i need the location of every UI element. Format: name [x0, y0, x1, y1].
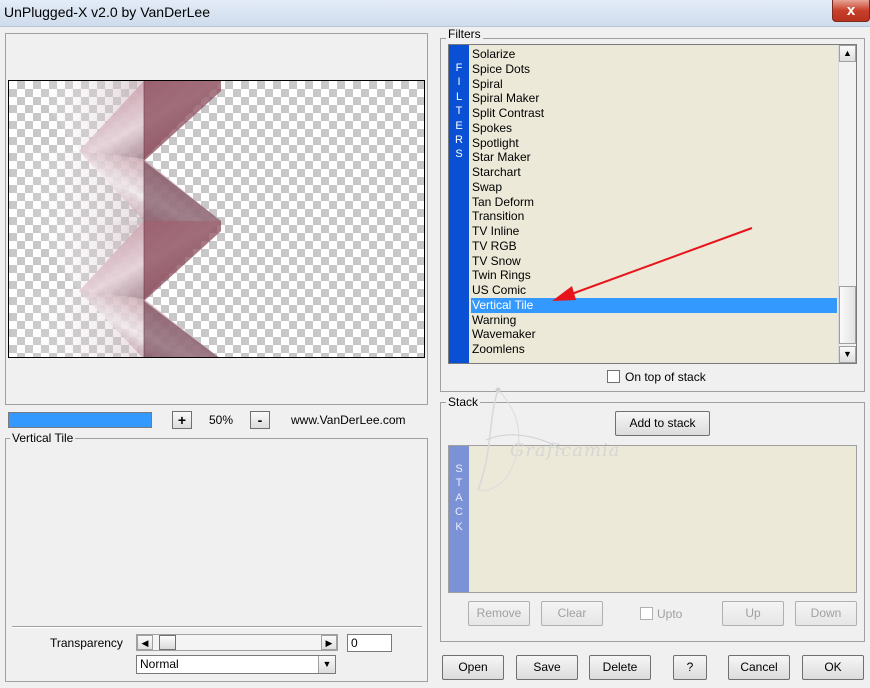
filter-list-item[interactable]: Wavemaker	[471, 327, 837, 342]
strip-letter: S	[455, 148, 463, 161]
filter-list-item[interactable]: Swap	[471, 180, 837, 195]
strip-letter: F	[455, 62, 463, 74]
remove-button[interactable]: Remove	[468, 601, 530, 626]
preview-canvas[interactable]	[8, 80, 425, 358]
annotation-arrow-icon	[552, 227, 753, 301]
close-icon: x	[846, 2, 856, 19]
stack-title: Stack	[446, 395, 481, 409]
transparency-slider[interactable]: ◀ ▶	[136, 634, 338, 651]
parameters-title: Vertical Tile	[10, 431, 76, 445]
strip-letter: K	[455, 520, 463, 533]
zoom-in-button[interactable]: +	[172, 411, 192, 429]
title-bar: UnPlugged-X v2.0 by VanDerLee	[0, 0, 870, 27]
chevron-down-icon[interactable]: ▼	[318, 656, 335, 673]
strip-letter: S	[455, 463, 463, 475]
strip-letter: T	[455, 105, 463, 118]
progress-fill	[9, 413, 151, 427]
preview-image	[9, 81, 221, 357]
blend-mode-value: Normal	[140, 657, 179, 671]
filter-list-item[interactable]: Star Maker	[471, 150, 837, 165]
strip-letter: C	[455, 506, 463, 519]
ok-button[interactable]: OK	[802, 655, 864, 680]
filter-list-item[interactable]: Spiral	[471, 77, 837, 92]
filter-list-item[interactable]: Zoomlens	[471, 342, 837, 357]
slider-thumb[interactable]	[159, 635, 176, 650]
filter-list-item[interactable]: Spiral Maker	[471, 91, 837, 106]
filter-list-item[interactable]: Spotlight	[471, 136, 837, 151]
upto-checkbox[interactable]	[640, 607, 653, 620]
filter-list-item[interactable]: Split Contrast	[471, 106, 837, 121]
strip-letter: R	[455, 134, 463, 147]
filter-list-item[interactable]: Starchart	[471, 165, 837, 180]
strip-letter: I	[457, 76, 461, 89]
scroll-thumb[interactable]	[839, 286, 856, 344]
filters-strip-letters: FILTERS	[449, 61, 469, 162]
filters-scrollbar[interactable]: ▲ ▼	[838, 45, 856, 363]
close-button[interactable]: x	[832, 0, 870, 22]
strip-letter: A	[455, 491, 463, 504]
strip-letter: T	[455, 477, 463, 490]
window-title: UnPlugged-X v2.0 by VanDerLee	[4, 4, 210, 20]
transparency-input[interactable]: 0	[347, 634, 392, 652]
blend-mode-select[interactable]: Normal ▼	[136, 655, 336, 674]
stack-strip-letters: STACK	[449, 462, 469, 534]
transparency-label: Transparency	[50, 636, 123, 650]
watermark-text: Graficamia	[510, 440, 621, 461]
filter-list-item[interactable]: Tan Deform	[471, 195, 837, 210]
filter-list-item[interactable]: Warning	[471, 313, 837, 328]
clear-button[interactable]: Clear	[541, 601, 603, 626]
stack-strip: STACK	[449, 446, 469, 592]
filter-list: Solarize Spice Dots Spiral Spiral Maker Spli…	[471, 47, 837, 357]
add-to-stack-button[interactable]: Add to stack	[615, 411, 710, 436]
website-link[interactable]: www.VanDerLee.com	[291, 413, 406, 427]
parameters-separator	[12, 626, 422, 628]
slider-left-arrow-icon[interactable]: ◀	[137, 635, 153, 650]
delete-button[interactable]: Delete	[589, 655, 651, 680]
filters-strip: FILTERS	[449, 45, 469, 363]
scroll-down-arrow-icon[interactable]: ▼	[839, 346, 856, 363]
filter-list-item[interactable]: Solarize	[471, 47, 837, 62]
help-button[interactable]: ?	[673, 655, 707, 680]
slider-right-arrow-icon[interactable]: ▶	[321, 635, 337, 650]
filters-title: Filters	[446, 27, 483, 41]
upto-label: Upto	[657, 607, 683, 621]
filter-list-item[interactable]: Spokes	[471, 121, 837, 136]
stack-listbox[interactable]: STACK	[448, 445, 857, 593]
down-button[interactable]: Down	[795, 601, 857, 626]
strip-letter: L	[455, 90, 463, 103]
open-button[interactable]: Open	[442, 655, 504, 680]
cancel-button[interactable]: Cancel	[728, 655, 790, 680]
up-button[interactable]: Up	[722, 601, 784, 626]
save-button[interactable]: Save	[516, 655, 578, 680]
progress-bar	[8, 412, 152, 428]
scroll-up-arrow-icon[interactable]: ▲	[839, 45, 856, 62]
on-top-label: On top of stack	[625, 370, 706, 384]
zoom-level: 50%	[208, 413, 234, 427]
filter-list-item[interactable]: Spice Dots	[471, 62, 837, 77]
strip-letter: E	[455, 119, 463, 132]
filters-listbox[interactable]: FILTERS Solarize Spice Dots Spiral Spiral M…	[448, 44, 857, 364]
on-top-checkbox[interactable]	[607, 370, 620, 383]
zoom-out-button[interactable]: -	[250, 411, 270, 429]
